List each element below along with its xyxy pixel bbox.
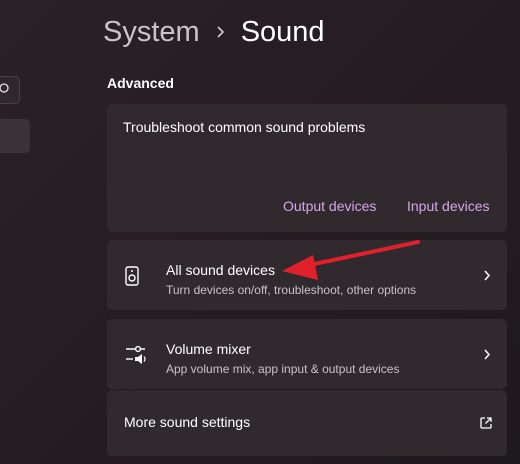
open-external-icon xyxy=(479,416,493,435)
output-devices-link[interactable]: Output devices xyxy=(283,198,376,214)
all-sound-devices-row[interactable]: All sound devices Turn devices on/off, t… xyxy=(107,240,507,310)
chevron-right-icon xyxy=(483,348,491,366)
more-sound-settings-title: More sound settings xyxy=(124,414,251,430)
chevron-right-icon xyxy=(483,269,491,287)
more-sound-settings-row[interactable]: More sound settings xyxy=(107,390,507,456)
volume-mixer-title: Volume mixer xyxy=(166,341,251,357)
volume-mixer-row[interactable]: Volume mixer App volume mix, app input &… xyxy=(107,319,507,389)
all-sound-devices-title: All sound devices xyxy=(166,262,275,278)
input-devices-link[interactable]: Input devices xyxy=(407,198,490,214)
volume-mixer-subtitle: App volume mix, app input & output devic… xyxy=(166,362,400,376)
speaker-device-icon xyxy=(125,266,139,291)
section-title-advanced: Advanced xyxy=(107,75,174,91)
troubleshoot-card: Troubleshoot common sound problems Outpu… xyxy=(107,104,507,232)
page-title: Sound xyxy=(240,15,325,48)
navigation-pane xyxy=(0,0,40,464)
volume-mixer-icon xyxy=(125,345,147,370)
troubleshoot-title: Troubleshoot common sound problems xyxy=(123,119,366,135)
chevron-right-icon xyxy=(216,25,225,39)
breadcrumb: System Sound xyxy=(103,12,325,52)
search-box[interactable] xyxy=(0,76,20,104)
selected-nav-item[interactable] xyxy=(0,119,30,153)
search-icon xyxy=(0,83,9,93)
breadcrumb-system[interactable]: System xyxy=(103,16,200,49)
all-sound-devices-subtitle: Turn devices on/off, troubleshoot, other… xyxy=(166,283,417,297)
